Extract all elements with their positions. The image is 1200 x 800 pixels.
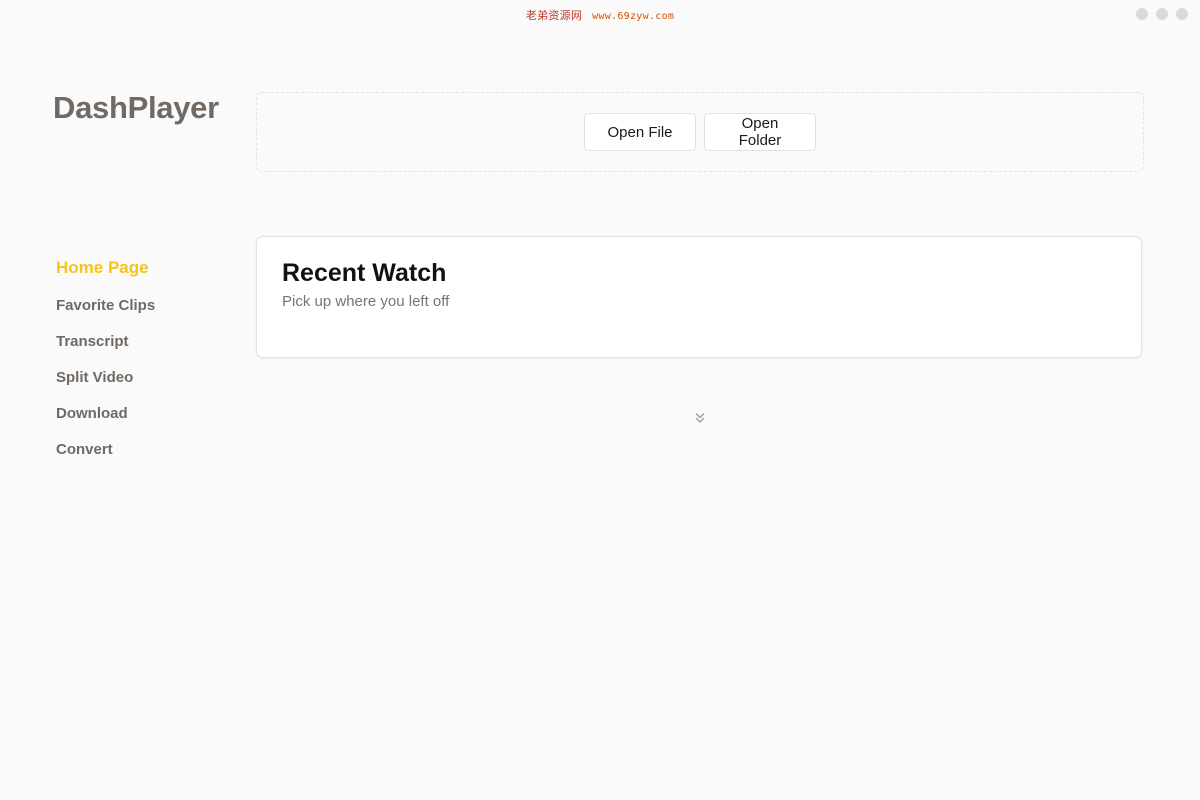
chevrons-down-icon-svg bbox=[695, 413, 705, 423]
watermark-text: 老弟资源网 bbox=[525, 9, 583, 22]
sidebar-item-favorite-clips[interactable]: Favorite Clips bbox=[56, 294, 236, 330]
app-window: 老弟资源网 www.69zyw.com DashPlayer Home Page… bbox=[0, 0, 1200, 800]
maximize-dot-icon[interactable] bbox=[1156, 8, 1168, 20]
recent-watch-title: Recent Watch bbox=[282, 259, 447, 287]
sidebar-item-transcript[interactable]: Transcript bbox=[56, 330, 236, 366]
file-drop-zone[interactable]: Open File Open Folder bbox=[256, 92, 1144, 172]
sidebar-item-home-page[interactable]: Home Page bbox=[56, 256, 236, 294]
sidebar-item-split-video[interactable]: Split Video bbox=[56, 366, 236, 402]
window-controls bbox=[1136, 8, 1188, 20]
open-file-button[interactable]: Open File bbox=[584, 113, 696, 151]
app-title: DashPlayer bbox=[53, 90, 219, 125]
sidebar-nav: Home Page Favorite Clips Transcript Spli… bbox=[56, 256, 236, 474]
watermark: 老弟资源网 www.69zyw.com bbox=[0, 7, 1200, 23]
open-folder-button[interactable]: Open Folder bbox=[704, 113, 816, 151]
minimize-dot-icon[interactable] bbox=[1136, 8, 1148, 20]
recent-watch-subtitle: Pick up where you left off bbox=[282, 293, 450, 310]
chevrons-down-icon[interactable] bbox=[692, 410, 708, 426]
recent-watch-card: Recent Watch Pick up where you left off bbox=[256, 236, 1142, 358]
sidebar-item-convert[interactable]: Convert bbox=[56, 438, 236, 474]
watermark-url: www.69zyw.com bbox=[592, 11, 675, 22]
close-dot-icon[interactable] bbox=[1176, 8, 1188, 20]
sidebar-item-download[interactable]: Download bbox=[56, 402, 236, 438]
